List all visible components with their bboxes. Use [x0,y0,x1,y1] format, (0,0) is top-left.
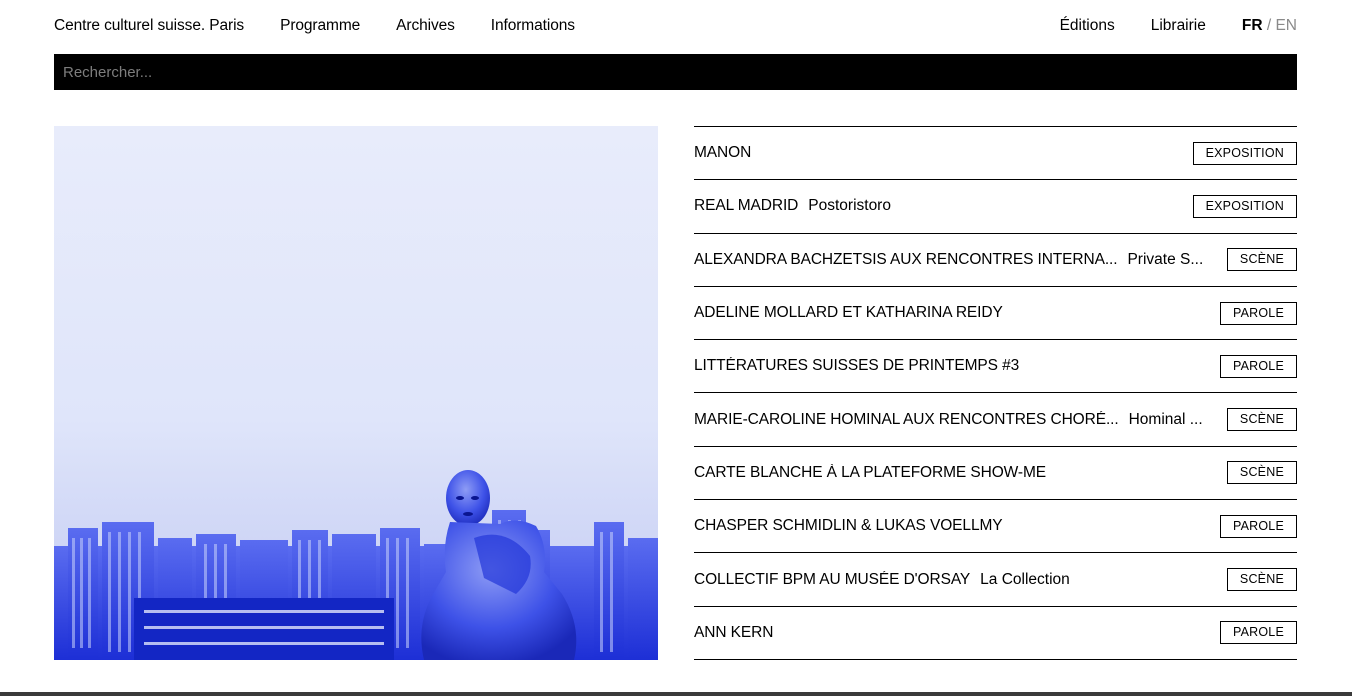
event-title: ADELINE MOLLARD ET KATHARINA REIDY [694,304,1003,322]
event-row[interactable]: CARTE BLANCHE À LA PLATEFORME SHOW-ME SC… [694,447,1297,501]
nav-link-editions[interactable]: Éditions [1060,17,1115,35]
brand-link[interactable]: Centre culturel suisse. Paris [54,17,244,35]
event-title: COLLECTIF BPM AU MUSÉE D'ORSAY [694,570,971,588]
event-title: MARIE-CAROLINE HOMINAL AUX RENCONTRES CH… [694,410,1119,428]
search-input[interactable] [54,54,1297,90]
nav-link-programme[interactable]: Programme [280,17,360,35]
event-title: CHASPER SCHMIDLIN & LUKAS VOELLMY [694,517,1003,535]
nav-link-librairie[interactable]: Librairie [1151,17,1206,35]
search-bar [54,54,1297,90]
lang-separator: / [1262,17,1276,34]
hero-image[interactable] [54,126,658,660]
event-row[interactable]: MANON EXPOSITION [694,127,1297,181]
event-category-tag[interactable]: SCÈNE [1226,248,1297,272]
event-title: ANN KERN [694,623,774,641]
event-row[interactable]: ADELINE MOLLARD ET KATHARINA REIDY PAROL… [694,287,1297,341]
event-row[interactable]: ANN KERN PAROLE [694,607,1297,660]
nav-link-archives[interactable]: Archives [396,17,455,35]
event-title: LITTÉRATURES SUISSES DE PRINTEMPS #3 [694,357,1020,375]
event-category-tag[interactable]: SCÈNE [1226,408,1297,432]
event-category-tag[interactable]: PAROLE [1220,301,1297,325]
language-switcher: FR / EN [1242,17,1297,35]
event-category-tag[interactable]: SCÈNE [1226,568,1297,592]
event-subtitle: La Collection [980,570,1070,588]
lang-fr-link[interactable]: FR [1242,17,1263,34]
event-title: ALEXANDRA BACHZETSIS AUX RENCONTRES INTE… [694,250,1118,268]
event-row[interactable]: MARIE-CAROLINE HOMINAL AUX RENCONTRES CH… [694,393,1297,447]
event-row[interactable]: CHASPER SCHMIDLIN & LUKAS VOELLMY PAROLE [694,500,1297,554]
event-list: MANON EXPOSITION REAL MADRID Postoristor… [694,126,1297,660]
event-category-tag[interactable]: SCÈNE [1226,461,1297,485]
event-subtitle: Hominal ... [1128,410,1203,428]
event-row[interactable]: COLLECTIF BPM AU MUSÉE D'ORSAY La Collec… [694,553,1297,607]
event-subtitle: Private S... [1127,250,1204,268]
main-nav: Centre culturel suisse. Paris Programme … [54,17,611,35]
event-category-tag[interactable]: PAROLE [1220,621,1297,645]
event-title: REAL MADRID [694,197,799,215]
event-category-tag[interactable]: EXPOSITION [1192,194,1297,218]
event-title: MANON [694,144,752,162]
event-category-tag[interactable]: PAROLE [1220,514,1297,538]
event-subtitle: Postoristoro [808,197,891,215]
event-title: CARTE BLANCHE À LA PLATEFORME SHOW-ME [694,463,1047,481]
nav-link-informations[interactable]: Informations [491,17,575,35]
lang-en-link[interactable]: EN [1275,17,1297,34]
hero-photo-illustration [54,470,658,660]
bottom-divider [0,692,1352,696]
top-navigation: Centre culturel suisse. Paris Programme … [54,0,1297,54]
event-row[interactable]: LITTÉRATURES SUISSES DE PRINTEMPS #3 PAR… [694,340,1297,394]
event-row[interactable]: REAL MADRID Postoristoro EXPOSITION [694,180,1297,234]
event-row[interactable]: ALEXANDRA BACHZETSIS AUX RENCONTRES INTE… [694,234,1297,287]
secondary-nav: Éditions Librairie FR / EN [1024,17,1297,35]
event-category-tag[interactable]: PAROLE [1220,354,1297,378]
event-category-tag[interactable]: EXPOSITION [1192,141,1297,165]
